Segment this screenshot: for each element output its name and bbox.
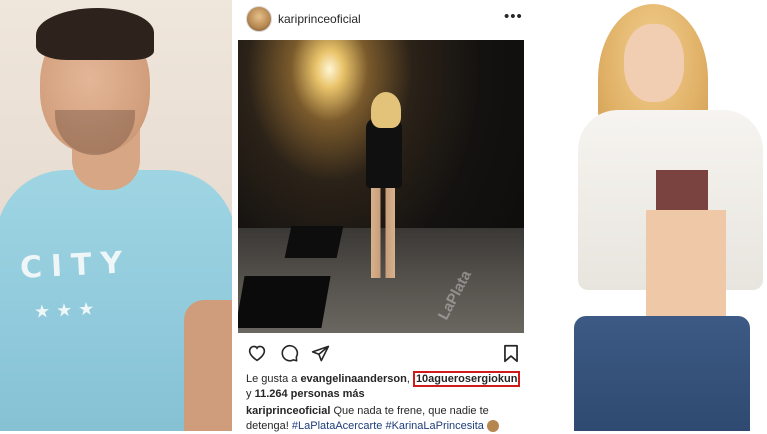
shirt-text: CITY — [19, 245, 133, 286]
comment-icon[interactable] — [278, 342, 300, 364]
hashtag-link[interactable]: #LaPlataAcercarte — [292, 420, 383, 432]
singer-body — [366, 118, 402, 188]
stage-speaker — [238, 276, 331, 328]
hashtag-link[interactable]: #KarinaLaPrincesita — [385, 420, 483, 432]
hair — [36, 8, 154, 60]
heart-icon[interactable] — [246, 342, 268, 364]
left-photo: CITY ★★★ — [0, 0, 232, 431]
post-caption: kariprinceoficial Que nada te frene, que… — [246, 404, 522, 434]
more-horizontal-icon[interactable]: ••• — [504, 8, 523, 25]
likes-count[interactable]: 11.264 personas más — [255, 388, 365, 400]
shirt-stars: ★★★ — [33, 298, 101, 322]
face — [624, 24, 684, 102]
singer-hair — [371, 92, 401, 128]
stage-speaker — [284, 226, 344, 258]
likes-and: y — [246, 388, 252, 400]
singer-legs — [371, 186, 395, 278]
profile-badge-icon — [486, 420, 499, 433]
likes-line: Le gusta a evangelinaanderson, 10agueros… — [246, 371, 526, 402]
post-image[interactable]: LaPlata — [238, 40, 524, 333]
instagram-post: kariprinceoficial ••• LaPlata Le gusta a… — [232, 0, 528, 434]
post-actions — [232, 336, 528, 366]
right-photo — [528, 0, 767, 431]
bookmark-icon[interactable] — [500, 342, 522, 364]
jeans — [574, 316, 750, 431]
avatar[interactable] — [246, 6, 272, 32]
top — [656, 170, 708, 210]
likes-separator: , — [406, 373, 410, 385]
right-arm — [184, 300, 232, 431]
post-header: kariprinceoficial ••• — [232, 0, 528, 38]
post-username[interactable]: kariprinceoficial — [278, 12, 361, 26]
share-icon[interactable] — [309, 342, 331, 364]
torso — [646, 210, 726, 320]
caption-username[interactable]: kariprinceoficial — [246, 405, 330, 417]
liked-by-user2[interactable]: 10aguerosergiokun — [412, 371, 521, 387]
liked-by-user1[interactable]: evangelinaanderson — [300, 373, 406, 385]
likes-prefix: Le gusta a — [246, 373, 298, 385]
